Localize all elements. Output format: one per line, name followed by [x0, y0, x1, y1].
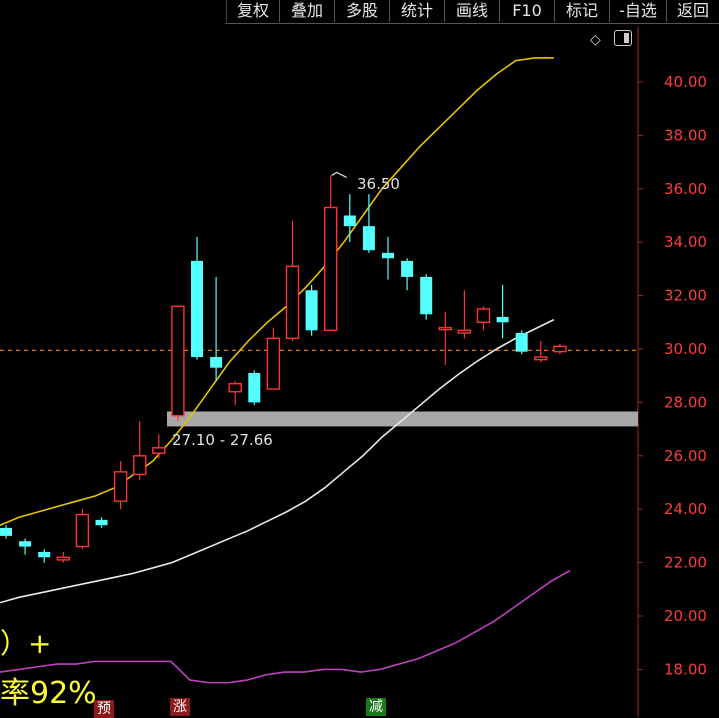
- candle-body: [553, 345, 567, 353]
- candle-body: [534, 356, 548, 361]
- candle-body: [113, 471, 128, 502]
- price-tick-label: 28.00: [664, 393, 707, 411]
- candle-body: [420, 276, 433, 315]
- candle-body: [476, 308, 491, 324]
- candle-body: [152, 447, 166, 454]
- signal-badge-jian[interactable]: 减: [366, 698, 386, 716]
- candle-body: [191, 260, 203, 358]
- price-tick-label: 24.00: [664, 500, 707, 518]
- candle-body: [324, 206, 338, 332]
- candle-body: [362, 226, 375, 251]
- price-tick-label: 26.00: [664, 447, 707, 465]
- signal-badge-yu[interactable]: 预: [94, 700, 114, 718]
- high-marker-arrow: [331, 171, 347, 178]
- candle-body: [248, 373, 261, 403]
- candle-body: [305, 290, 318, 331]
- candle-body: [496, 316, 509, 323]
- candle-body: [171, 305, 185, 417]
- indicator-legend-paren: ）+: [0, 627, 52, 660]
- price-tick-label: 32.00: [664, 287, 707, 305]
- candle-body: [95, 519, 108, 526]
- candle-body: [343, 215, 356, 227]
- ma-short-line: [0, 57, 554, 526]
- price-tick-label: 38.00: [664, 126, 707, 144]
- candle-body: [382, 252, 394, 259]
- high-price-label: 36.50: [357, 175, 400, 193]
- candle-body: [0, 527, 12, 536]
- candle-body: [210, 357, 223, 368]
- price-tick-label: 22.00: [664, 554, 707, 572]
- candle-body: [228, 383, 242, 393]
- price-tick-label: 18.00: [664, 660, 707, 678]
- price-tick-label: 34.00: [664, 233, 707, 251]
- candle-body: [285, 265, 300, 340]
- candle-body: [438, 326, 452, 331]
- price-tick-label: 20.00: [664, 607, 707, 625]
- candle-body: [266, 337, 281, 390]
- candle-body: [457, 329, 472, 334]
- kline-chart[interactable]: 40.00 38.00 36.00 34.00 32.00 30.00 28.00 26.00…: [0, 0, 719, 717]
- candle-body: [401, 260, 414, 277]
- price-tick-label: 40.00: [664, 73, 707, 91]
- candle-body: [515, 332, 528, 352]
- price-tick-label: 30.00: [664, 340, 707, 358]
- candle-body: [19, 541, 32, 547]
- candle-body: [132, 455, 147, 476]
- candle-body: [56, 556, 70, 561]
- rate-text: 率92%: [0, 676, 97, 711]
- signal-badge-zhang[interactable]: 涨: [170, 698, 190, 716]
- candle-body: [75, 513, 90, 548]
- zone-range-label: 27.10 - 27.66: [172, 431, 273, 449]
- candle-body: [38, 551, 51, 558]
- indicator-line: [0, 569, 571, 684]
- price-tick-label: 36.00: [664, 180, 707, 198]
